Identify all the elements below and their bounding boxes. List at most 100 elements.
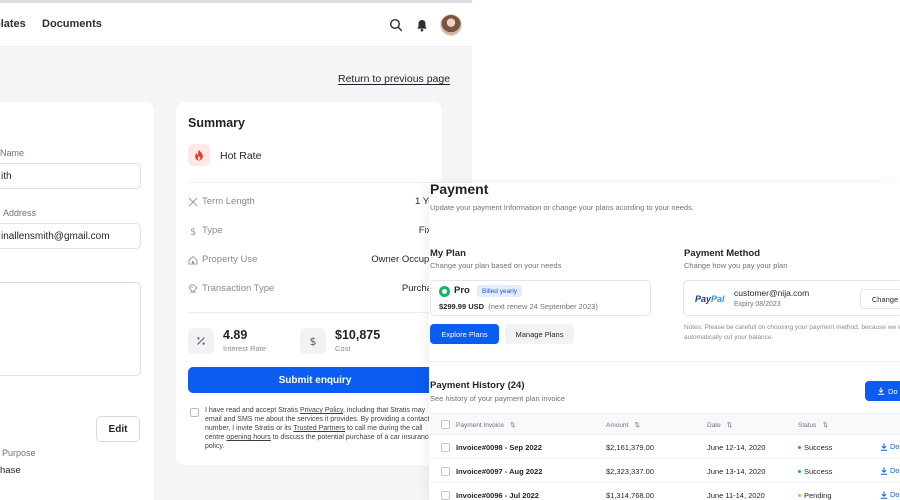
email-field[interactable]: inallensmith@gmail.com: [0, 223, 141, 249]
percent-icon: [188, 328, 214, 354]
payment-expiry: Expiry 08/2023: [734, 301, 781, 308]
my-plan-title: My Plan: [430, 248, 466, 259]
row-checkbox[interactable]: [441, 467, 450, 476]
col-amount[interactable]: Amount ⇅: [606, 421, 640, 430]
nav-templates[interactable]: plates: [0, 18, 26, 30]
invoice-name: Invoice#0097 - Aug 2022: [456, 467, 543, 476]
sort-icon: ⇅: [634, 422, 640, 429]
sort-icon: ⇅: [822, 422, 828, 429]
invoice-date: June 11-14, 2020: [707, 491, 765, 500]
row-checkbox[interactable]: [441, 443, 450, 452]
plan-price: $299.99 USD (next renew 24 September 202…: [439, 302, 598, 311]
current-plan-card: Pro Billed yearly $299.99 USD (next rene…: [430, 280, 651, 316]
summary-key: Term Length: [202, 196, 255, 207]
download-invoice-link[interactable]: Do: [880, 442, 900, 451]
summary-key: Property Use: [202, 254, 258, 265]
summary-row-property-use: Property Use Owner Occupied: [188, 254, 442, 268]
summary-card: Summary Hot Rate Term Length 1 Year $ Typ…: [176, 102, 442, 465]
search-icon[interactable]: [386, 15, 406, 35]
my-plan-subtitle: Change your plan based on your needs: [430, 261, 562, 270]
home-icon: [188, 255, 198, 264]
cost-value: $10,875: [335, 328, 381, 342]
table-row[interactable]: Invoice#0096 - Jul 2022 $1,314,768.00 Ju…: [430, 483, 900, 500]
page-title: Payment: [430, 183, 489, 197]
purpose-value: hase: [0, 465, 21, 476]
nav-documents[interactable]: Documents: [42, 18, 102, 30]
payment-window: Payment Update your payment Information …: [429, 183, 900, 500]
rate-name: Hot Rate: [220, 150, 262, 162]
privacy-policy-link[interactable]: Privacy Policy: [300, 407, 343, 414]
table-row[interactable]: Invoice#0098 - Sep 2022 $2,161,379.00 Ju…: [430, 435, 900, 459]
invoice-date: June 13-14, 2020: [707, 467, 766, 476]
mortgage-enquiry-window: plates Documents Return to previous page…: [0, 0, 472, 500]
col-status[interactable]: Status ⇅: [798, 421, 828, 430]
status-badge: Success: [798, 443, 832, 452]
column-label: Date: [707, 421, 721, 429]
sort-icon: ⇅: [726, 422, 733, 429]
purpose-label: Purpose: [2, 448, 36, 458]
message-textarea[interactable]: [0, 282, 141, 376]
opening-hours-link[interactable]: opening hours: [226, 434, 270, 441]
table-header: Payment Invoice ⇅ Amount ⇅ Date ⇅ Status ⇅: [430, 413, 900, 435]
invoice-name: Invoice#0096 - Jul 2022: [456, 491, 539, 500]
summary-divider: [188, 182, 442, 183]
download-all-button[interactable]: Do: [865, 381, 900, 401]
payment-history-title: Payment History (24): [430, 380, 525, 391]
column-label: Status: [798, 421, 817, 429]
paypal-logo-part: Pay: [695, 294, 712, 304]
summary-row-term: Term Length 1 Year: [188, 196, 442, 210]
invoice-amount: $2,161,379.00: [606, 443, 654, 452]
col-payment-invoice[interactable]: Payment Invoice ⇅: [456, 421, 516, 430]
payment-method-title: Payment Method: [684, 248, 761, 259]
consent-text: I have read and accept Stratis Privacy P…: [205, 406, 442, 451]
submit-enquiry-button[interactable]: Submit enquiry: [188, 367, 442, 393]
manage-plans-button[interactable]: Manage Plans: [505, 324, 574, 344]
row-checkbox[interactable]: [441, 491, 450, 500]
avatar[interactable]: [440, 14, 462, 36]
email-label: Address: [3, 208, 37, 218]
download-icon: [880, 491, 888, 499]
table-row[interactable]: Invoice#0097 - Aug 2022 $2,323,337.00 Ju…: [430, 459, 900, 483]
select-all-checkbox[interactable]: [441, 420, 450, 429]
explore-plans-button[interactable]: Explore Plans: [430, 324, 499, 344]
section-divider: [429, 361, 900, 362]
download-label: Do: [890, 466, 900, 475]
download-invoice-link[interactable]: Do: [880, 490, 900, 499]
return-to-previous-link[interactable]: Return to previous page: [338, 73, 450, 85]
invoice-date: June 12-14, 2020: [707, 443, 766, 452]
summary-row-transaction: Transaction Type Purchase: [188, 283, 442, 297]
summary-key: Type: [202, 225, 223, 236]
billing-badge: Billed yearly: [477, 285, 523, 297]
payment-note: Notes: Please be carefull on choosing yo…: [684, 324, 900, 341]
download-icon: [880, 467, 888, 475]
svg-text:$: $: [190, 227, 196, 236]
consent-text-part: I have read and accept Stratis: [205, 407, 300, 414]
plan-active-icon: [439, 286, 450, 297]
col-date[interactable]: Date ⇅: [707, 421, 733, 430]
download-invoice-link[interactable]: Do: [880, 466, 900, 475]
column-label: Payment Invoice: [456, 421, 505, 429]
flame-icon: [188, 144, 210, 166]
bell-icon[interactable]: [412, 15, 432, 35]
name-field[interactable]: ith: [0, 163, 141, 189]
dollar-icon: $: [190, 227, 196, 236]
change-payment-button[interactable]: Change: [860, 289, 900, 309]
edit-button[interactable]: Edit: [96, 416, 140, 442]
plan-price-amount: $299.99 USD: [439, 302, 485, 311]
payment-email: customer@nija.com: [734, 288, 810, 298]
plan-renew-date: (next renew 24 September 2023): [488, 302, 598, 311]
consent-checkbox[interactable]: [190, 408, 199, 417]
page-subtitle: Update your payment Information or chang…: [430, 203, 694, 212]
download-icon: [877, 387, 885, 395]
paypal-logo-part: Pal: [711, 294, 725, 304]
column-label: Amount: [606, 421, 629, 429]
status-badge: Success: [798, 467, 832, 476]
download-icon: [880, 443, 888, 451]
summary-title: Summary: [188, 116, 245, 130]
trusted-partners-link[interactable]: Trusted Partners: [293, 425, 345, 432]
summary-row-type: $Type Fixed: [188, 225, 442, 239]
payment-method-subtitle: Change how you pay your plan: [684, 261, 788, 270]
dollar-icon: $: [300, 328, 326, 354]
download-label: Do: [890, 442, 900, 451]
summary-key: Transaction Type: [202, 283, 275, 294]
